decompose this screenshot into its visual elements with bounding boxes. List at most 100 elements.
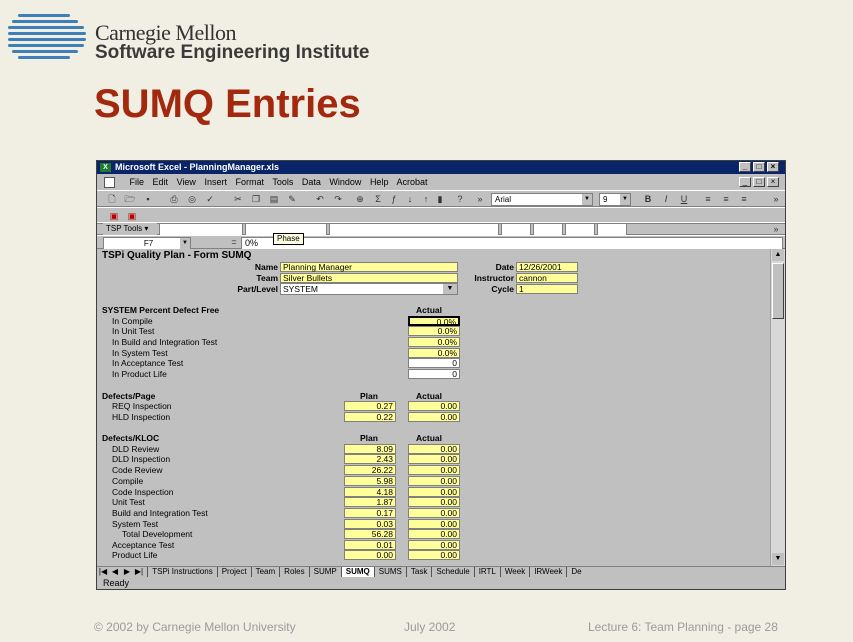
open-icon[interactable]: 🗁 [123,193,137,205]
tab-irweek[interactable]: IRWeek [529,567,566,577]
doc-minimize-button[interactable]: _ [739,177,751,187]
tab-sumq[interactable]: SUMQ [340,567,374,577]
defects-kloc-actual[interactable]: 0.00 [408,476,460,486]
underline-icon[interactable]: U [677,193,691,205]
more-buttons-icon[interactable]: » [473,193,487,205]
defects-kloc-actual[interactable]: 0.00 [408,444,460,454]
defects-kloc-plan[interactable]: 5.98 [344,476,396,486]
defects-kloc-actual[interactable]: 0.00 [408,465,460,475]
align-right-icon[interactable]: ≡ [737,193,751,205]
menu-insert[interactable]: Insert [204,177,227,187]
align-left-icon[interactable]: ≡ [701,193,715,205]
equals-icon[interactable]: = [227,236,241,248]
scroll-up-icon[interactable]: ▲ [772,249,784,261]
defect-free-value[interactable]: 0.0% [408,337,460,347]
date-field[interactable]: 12/26/2001 [516,262,578,272]
pdf-convert-icon[interactable]: ▣ [107,210,121,222]
defect-free-value[interactable]: 0 [408,358,460,368]
defects-kloc-actual[interactable]: 0.00 [408,529,460,539]
menu-view[interactable]: View [177,177,196,187]
worksheet[interactable]: TSPi Quality Plan - Form SUMQ Name Plann… [98,249,770,567]
tab-schedule[interactable]: Schedule [431,567,473,577]
defect-free-value[interactable]: 0.0% [408,348,460,358]
copy-icon[interactable]: ❐ [249,193,263,205]
font-name-select[interactable]: Arial ▼ [491,193,593,206]
tab-project[interactable]: Project [216,567,251,577]
doc-close-button[interactable]: × [767,177,779,187]
print-icon[interactable]: ⎙ [167,193,181,205]
defects-kloc-plan[interactable]: 56.28 [344,529,396,539]
tab-sums[interactable]: SUMS [373,567,406,577]
format-painter-icon[interactable]: ✎ [285,193,299,205]
pdf-email-icon[interactable]: ▣ [125,210,139,222]
redo-icon[interactable]: ↷ [331,193,345,205]
defects-kloc-plan[interactable]: 4.18 [344,487,396,497]
sort-asc-icon[interactable]: ↓ [403,193,417,205]
tab-week[interactable]: Week [499,567,529,577]
toolbar-options-icon[interactable]: » [769,193,783,205]
doc-restore-button[interactable]: □ [753,177,765,187]
scroll-down-icon[interactable]: ▼ [772,553,784,565]
menu-tools[interactable]: Tools [272,177,293,187]
next-sheet-icon[interactable]: ▶ [121,567,133,577]
font-size-select[interactable]: 9 ▼ [599,193,631,206]
team-field[interactable]: Silver Bullets [280,273,458,283]
cycle-field[interactable]: 1 [516,284,578,294]
menu-help[interactable]: Help [370,177,389,187]
defect-free-value[interactable]: 0.0% [408,316,460,326]
defects-kloc-plan[interactable]: 0.03 [344,519,396,529]
defects-kloc-plan[interactable]: 2.43 [344,454,396,464]
defects-page-actual[interactable]: 0.00 [408,412,460,422]
close-button[interactable]: × [767,162,779,172]
defects-kloc-actual[interactable]: 0.00 [408,550,460,560]
defects-kloc-actual[interactable]: 0.00 [408,487,460,497]
defects-kloc-plan[interactable]: 1.87 [344,497,396,507]
first-sheet-icon[interactable]: |◀ [97,567,109,577]
menu-format[interactable]: Format [235,177,264,187]
workbook-icon[interactable] [104,177,115,188]
align-center-icon[interactable]: ≡ [719,193,733,205]
defects-kloc-plan[interactable]: 0.01 [344,540,396,550]
tab-sump[interactable]: SUMP [308,567,341,577]
function-icon[interactable]: ƒ [387,193,401,205]
part-level-select[interactable]: SYSTEM ▼ [280,283,458,295]
defects-page-plan[interactable]: 0.22 [344,412,396,422]
italic-icon[interactable]: I [659,193,673,205]
tab-irtl[interactable]: IRTL [473,567,500,577]
scroll-thumb[interactable] [772,263,784,319]
autosum-icon[interactable]: Σ [371,193,385,205]
paste-icon[interactable]: ▤ [267,193,281,205]
save-icon[interactable]: ▪ [141,193,155,205]
hyperlink-icon[interactable]: ⊕ [353,193,367,205]
defects-page-plan[interactable]: 0.27 [344,401,396,411]
defects-kloc-actual[interactable]: 0.00 [408,454,460,464]
instructor-field[interactable]: cannon [516,273,578,283]
new-icon[interactable]: 🗋 [105,193,119,205]
help-icon[interactable]: ? [453,193,467,205]
defect-free-value[interactable]: 0 [408,369,460,379]
preview-icon[interactable]: ◎ [185,193,199,205]
menu-acrobat[interactable]: Acrobat [396,177,427,187]
tsp-options-icon[interactable]: » [769,223,783,235]
menu-edit[interactable]: Edit [153,177,169,187]
defects-kloc-actual[interactable]: 0.00 [408,508,460,518]
bold-icon[interactable]: B [641,193,655,205]
defects-kloc-plan[interactable]: 26.22 [344,465,396,475]
defect-free-value[interactable]: 0.0% [408,326,460,336]
tab-team[interactable]: Team [250,567,280,577]
menu-file[interactable]: File [130,177,145,187]
spelling-icon[interactable]: ✓ [203,193,217,205]
tab-tspi-instructions[interactable]: TSPi Instructions [147,567,216,577]
sort-desc-icon[interactable]: ↑ [419,193,433,205]
defects-kloc-actual[interactable]: 0.00 [408,519,460,529]
menu-window[interactable]: Window [329,177,361,187]
cut-icon[interactable]: ✂ [231,193,245,205]
name-field[interactable]: Planning Manager [280,262,458,272]
defects-page-actual[interactable]: 0.00 [408,401,460,411]
maximize-button[interactable]: □ [753,162,765,172]
tab-roles[interactable]: Roles [279,567,308,577]
defects-kloc-actual[interactable]: 0.00 [408,497,460,507]
tab-task[interactable]: Task [405,567,431,577]
menu-data[interactable]: Data [302,177,321,187]
vertical-scrollbar[interactable]: ▲ ▼ [770,249,785,567]
